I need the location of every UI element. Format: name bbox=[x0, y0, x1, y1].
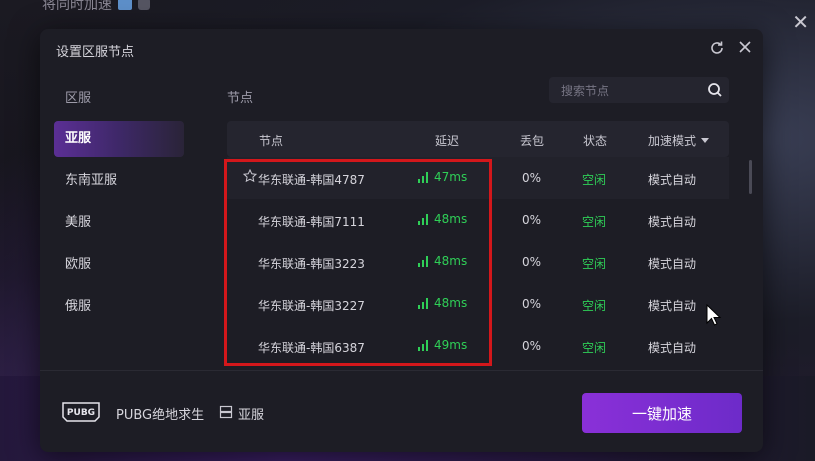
server-icon bbox=[219, 405, 233, 419]
latency: 47ms bbox=[418, 170, 467, 184]
region-column-header: 区服 bbox=[65, 91, 92, 106]
region-item-label: 美服 bbox=[65, 215, 92, 230]
region-node-dialog: 设置区服节点 区服 节点 亚服 东南亚服 美服 欧服 俄服 节点 延迟 丢包 状… bbox=[40, 29, 763, 452]
table-row[interactable]: 华东联通-韩国7111 48ms 0% 空闲 模式自动 bbox=[227, 199, 729, 241]
region-item-russia[interactable]: 俄服 bbox=[54, 289, 184, 325]
table-row[interactable]: 华东联通-韩国3223 48ms 0% 空闲 模式自动 bbox=[227, 241, 729, 283]
table-row[interactable]: 华东联通-韩国6387 49ms 0% 空闲 模式自动 bbox=[227, 325, 729, 367]
column-status: 状态 bbox=[583, 134, 608, 148]
dialog-footer: PUBG PUBG绝地求生 亚服 一键加速 bbox=[40, 370, 763, 452]
region-list: 亚服 东南亚服 美服 欧服 俄服 bbox=[54, 121, 184, 331]
latency: 49ms bbox=[418, 338, 467, 352]
signal-icon bbox=[418, 213, 428, 225]
search-input[interactable] bbox=[559, 81, 703, 101]
star-outline-icon[interactable] bbox=[243, 169, 257, 183]
latency-value: 47ms bbox=[434, 170, 468, 184]
column-loss: 丢包 bbox=[520, 134, 545, 148]
node-status: 空闲 bbox=[582, 215, 607, 229]
packet-loss: 0% bbox=[522, 339, 542, 353]
node-status: 空闲 bbox=[582, 257, 607, 271]
column-node: 节点 bbox=[259, 134, 284, 148]
pubg-logo-icon: PUBG bbox=[62, 402, 100, 422]
region-item-southeast-asia[interactable]: 东南亚服 bbox=[54, 163, 184, 199]
chevron-down-icon bbox=[701, 138, 710, 143]
latency: 48ms bbox=[418, 212, 467, 226]
table-row[interactable]: 华东联通-韩国3227 48ms 0% 空闲 模式自动 bbox=[227, 283, 729, 325]
node-column-header: 节点 bbox=[227, 91, 254, 106]
column-latency: 延迟 bbox=[435, 134, 460, 148]
selected-server: 亚服 bbox=[238, 408, 265, 423]
region-item-europe[interactable]: 欧服 bbox=[54, 247, 184, 283]
table-header: 节点 延迟 丢包 状态 加速模式 bbox=[227, 121, 729, 157]
region-item-label: 亚服 bbox=[65, 131, 92, 146]
table-row[interactable]: 华东联通-韩国4787 47ms 0% 空闲 模式自动 bbox=[227, 157, 729, 199]
latency-value: 48ms bbox=[434, 254, 468, 268]
background-title: 将同时加速 bbox=[42, 0, 150, 14]
accel-mode: 模式自动 bbox=[648, 299, 697, 313]
node-table: 节点 延迟 丢包 状态 加速模式 华东联通-韩国4787 47ms 0% 空闲 … bbox=[227, 121, 729, 367]
packet-loss: 0% bbox=[522, 297, 542, 311]
accel-mode: 模式自动 bbox=[648, 341, 697, 355]
refresh-icon[interactable] bbox=[709, 40, 725, 56]
signal-icon bbox=[418, 255, 428, 267]
node-name: 华东联通-韩国3227 bbox=[258, 299, 365, 313]
region-item-label: 东南亚服 bbox=[65, 173, 118, 188]
search-icon[interactable] bbox=[707, 82, 723, 98]
region-item-america[interactable]: 美服 bbox=[54, 205, 184, 241]
game-badge-icon bbox=[118, 0, 132, 10]
game-name: PUBG绝地求生 bbox=[116, 408, 205, 423]
region-item-asia[interactable]: 亚服 bbox=[54, 121, 184, 157]
close-icon[interactable] bbox=[737, 39, 753, 55]
background-title-text: 将同时加速 bbox=[42, 0, 112, 13]
packet-loss: 0% bbox=[522, 171, 542, 185]
accel-mode: 模式自动 bbox=[648, 215, 697, 229]
dialog-title: 设置区服节点 bbox=[56, 45, 135, 60]
region-item-label: 俄服 bbox=[65, 299, 92, 314]
svg-text:PUBG: PUBG bbox=[67, 408, 95, 418]
signal-icon bbox=[418, 297, 428, 309]
accel-mode: 模式自动 bbox=[648, 257, 697, 271]
signal-icon bbox=[418, 171, 428, 183]
column-mode-dropdown[interactable]: 加速模式 bbox=[648, 132, 710, 149]
packet-loss: 0% bbox=[522, 255, 542, 269]
node-status: 空闲 bbox=[582, 341, 607, 355]
packet-loss: 0% bbox=[522, 213, 542, 227]
column-mode-label: 加速模式 bbox=[648, 134, 697, 148]
node-name: 华东联通-韩国4787 bbox=[258, 173, 365, 187]
latency: 48ms bbox=[418, 254, 467, 268]
signal-icon bbox=[418, 339, 428, 351]
search-box bbox=[549, 77, 729, 103]
accel-mode: 模式自动 bbox=[648, 173, 697, 187]
region-item-label: 欧服 bbox=[65, 257, 92, 272]
latency: 48ms bbox=[418, 296, 467, 310]
latency-value: 48ms bbox=[434, 212, 468, 226]
app-badge-icon bbox=[138, 0, 150, 10]
accelerate-button[interactable]: 一键加速 bbox=[582, 393, 742, 433]
latency-value: 48ms bbox=[434, 296, 468, 310]
node-name: 华东联通-韩国3223 bbox=[258, 257, 365, 271]
node-name: 华东联通-韩国7111 bbox=[258, 215, 365, 229]
node-status: 空闲 bbox=[582, 299, 607, 313]
latency-value: 49ms bbox=[434, 338, 468, 352]
background-close-icon[interactable]: ✕ bbox=[792, 10, 809, 34]
node-list-scrollbar[interactable] bbox=[749, 160, 752, 194]
mouse-cursor-icon bbox=[706, 304, 722, 326]
node-status: 空闲 bbox=[582, 173, 607, 187]
node-name: 华东联通-韩国6387 bbox=[258, 341, 365, 355]
